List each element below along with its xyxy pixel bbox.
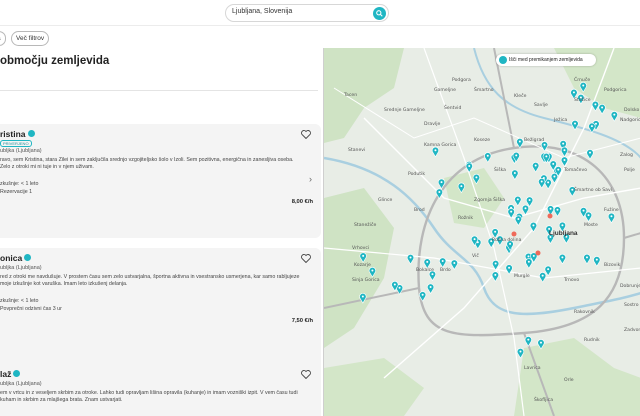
divider bbox=[0, 90, 318, 91]
map-view[interactable]: Podgora Tacen Šmartno Šentvid Dravlje Kamna G… bbox=[323, 48, 640, 416]
map-place-label: Šmartno ob Savi bbox=[574, 188, 612, 193]
map-place-label: Trnovo bbox=[564, 278, 580, 283]
map-place-label: Šentvid bbox=[444, 106, 462, 111]
map-place-label: Podgora bbox=[452, 78, 471, 83]
verified-icon bbox=[24, 254, 32, 261]
map-place-label: Ježica bbox=[554, 118, 568, 123]
map-place-label: Škofljica bbox=[534, 398, 554, 403]
map-place-label: Rudnik bbox=[584, 338, 600, 343]
map-place-label: Črnuče bbox=[574, 78, 591, 83]
caregiver-bookings: Rezervacije 1 bbox=[0, 189, 33, 195]
map-place-label: Savlje bbox=[534, 103, 548, 108]
map-place-label: Podutik bbox=[408, 172, 425, 177]
map-place-label: Sostro bbox=[624, 303, 639, 308]
caregiver-description: em v vrtcu in z veseljem skrbim za otrok… bbox=[0, 390, 298, 404]
filter-chip[interactable]: a bbox=[0, 31, 6, 46]
favorite-heart-icon[interactable] bbox=[301, 130, 311, 139]
caregiver-price: 7,50 €/h bbox=[291, 318, 313, 324]
map-place-label: Šiška bbox=[494, 168, 506, 173]
map-place-label: Brdo bbox=[440, 268, 451, 273]
map-place-label: Podgorica bbox=[604, 88, 627, 93]
map-place-label: Šmartno bbox=[474, 88, 494, 93]
map-place-label: Dravlje bbox=[424, 122, 441, 127]
search-on-move-label: Išči med premikanjem zemljevida bbox=[509, 57, 583, 63]
search-on-move-toggle[interactable]: Išči med premikanjem zemljevida bbox=[496, 54, 596, 66]
caregiver-card[interactable]: ristina PRIVERJENO ubljka (Ljubljana) ra… bbox=[0, 124, 321, 238]
caregiver-description: red z otroki me navdušuje. V prostem čas… bbox=[0, 274, 300, 288]
caregiver-location: ubljka (Ljubljana) bbox=[0, 265, 42, 271]
map-place-label: Dolsko bbox=[624, 108, 640, 113]
checkbox-icon bbox=[499, 56, 507, 64]
map-place-label: Bizovik bbox=[604, 263, 621, 268]
caregiver-experience: zkušnje: < 1 leto bbox=[0, 298, 39, 304]
map-place-label: Stožice bbox=[574, 98, 591, 103]
caregiver-experience: zkušnje: < 1 leto bbox=[0, 181, 39, 187]
map-place-label: Rožnik bbox=[458, 216, 474, 221]
map-place-label: Zalog bbox=[620, 153, 633, 158]
map-place-label: Murgle bbox=[514, 274, 530, 279]
search-value: Ljubljana, Slovenija bbox=[232, 8, 293, 15]
caregiver-name: ristina bbox=[0, 129, 35, 139]
map-place-label: Bežigrad bbox=[524, 138, 545, 143]
map-place-label: Stanežiče bbox=[354, 223, 377, 228]
map-place-label: Vič bbox=[472, 254, 479, 259]
map-place-label: Rožna dolina bbox=[492, 238, 522, 243]
verified-icon bbox=[13, 370, 21, 377]
city-label: Ljubljana bbox=[549, 230, 578, 237]
results-title: območju zemljevida bbox=[0, 55, 110, 67]
caregiver-response-time: Povprečni odzivni čas 3 ur bbox=[0, 306, 62, 312]
map-place-label: Rakovnik bbox=[574, 310, 595, 315]
map-place-label: Bokalce bbox=[416, 268, 434, 273]
verified-icon bbox=[27, 130, 35, 137]
caregiver-price: 8,00 €/h bbox=[291, 199, 313, 205]
more-filters-button[interactable]: Več filtrov bbox=[11, 31, 50, 46]
map-place-label: Kleče bbox=[514, 94, 527, 99]
map-place-label: Tacen bbox=[344, 93, 358, 98]
map-place-label: Glince bbox=[378, 198, 393, 203]
favorite-heart-icon[interactable] bbox=[301, 370, 311, 379]
caregiver-card[interactable]: onica ubljka (Ljubljana) red z otroki me… bbox=[0, 248, 321, 378]
map-place-label: Nadgorica bbox=[620, 118, 640, 123]
chevron-right-icon[interactable]: › bbox=[309, 174, 312, 184]
verified-badge: PRIVERJENO bbox=[0, 140, 32, 147]
caregiver-name: laž bbox=[0, 369, 21, 379]
search-icon bbox=[376, 10, 383, 17]
selected-map-pin[interactable] bbox=[547, 213, 553, 219]
map-place-label: Brod bbox=[414, 208, 425, 213]
map-place-label: Moste bbox=[584, 223, 598, 228]
map-place-label: Sinja Gorica bbox=[352, 278, 380, 283]
selected-map-pin[interactable] bbox=[535, 250, 541, 256]
location-search-input[interactable]: Ljubljana, Slovenija bbox=[225, 4, 389, 22]
map-place-label: Orle bbox=[564, 378, 574, 383]
map-place-label: Polje bbox=[624, 168, 635, 173]
map-canvas[interactable] bbox=[324, 48, 640, 416]
map-place-label: Gameljne bbox=[434, 88, 456, 93]
search-button[interactable] bbox=[373, 7, 386, 20]
map-place-label: Zadvor bbox=[624, 328, 640, 333]
caregiver-name: onica bbox=[0, 253, 32, 263]
map-place-label: Kamna Gorica bbox=[424, 143, 457, 148]
map-place-label: Koseze bbox=[474, 138, 491, 143]
map-place-label: Fužine bbox=[604, 208, 619, 213]
selected-map-pin[interactable] bbox=[511, 231, 517, 237]
map-place-label: Lavrica bbox=[524, 366, 541, 371]
top-bar: Ljubljana, Slovenija bbox=[0, 0, 640, 26]
results-panel: območju zemljevida ristina PRIVERJENO ub… bbox=[0, 48, 323, 416]
caregiver-description: ravo, sem Kristina, stara Zilei in sem z… bbox=[0, 157, 294, 171]
map-place-label: Zgornja Šiška bbox=[474, 198, 506, 203]
map-place-label: Kozarje bbox=[354, 263, 371, 268]
map-place-label: Tomačevo bbox=[564, 168, 588, 173]
caregiver-card[interactable]: laž ubljka (Ljubljana) em v vrtcu in z v… bbox=[0, 364, 321, 416]
map-place-label: Srednje Gameljne bbox=[384, 108, 425, 113]
map-place-label: Stanevi bbox=[348, 148, 366, 153]
map-place-label: Vrhovci bbox=[352, 246, 370, 251]
caregiver-location: ubljka (Ljubljana) bbox=[0, 148, 42, 154]
favorite-heart-icon[interactable] bbox=[301, 254, 311, 263]
map-place-label: Dobrunje bbox=[620, 284, 640, 289]
caregiver-location: ubljka (Ljubljana) bbox=[0, 381, 42, 387]
